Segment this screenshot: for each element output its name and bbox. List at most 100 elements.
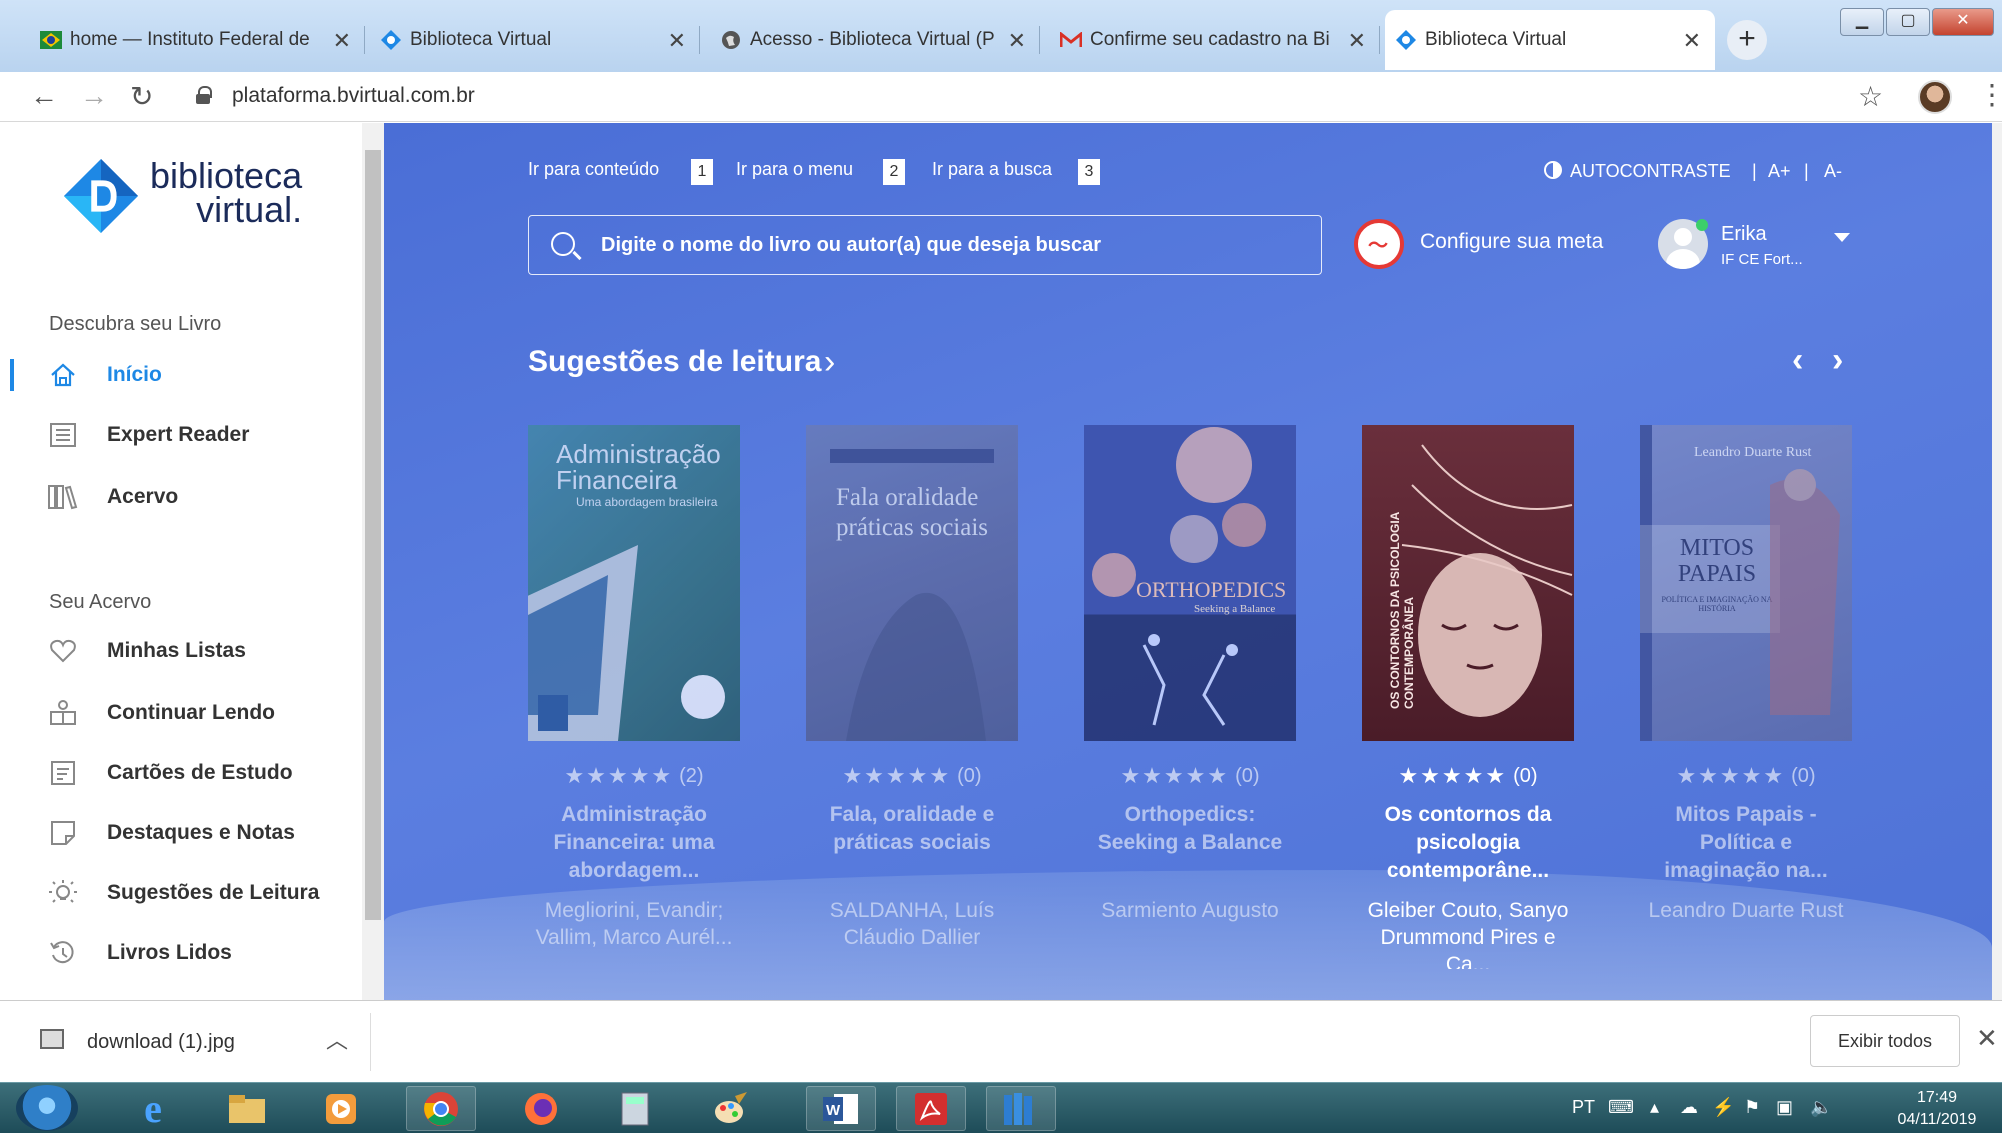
network-warning-icon[interactable]: ☁: [1680, 1097, 1698, 1118]
url-bar[interactable]: plataforma.bvirtual.com.br: [232, 84, 475, 108]
book-rating: ★★★★★ (2): [528, 763, 740, 789]
volume-icon[interactable]: 🔈: [1810, 1097, 1832, 1118]
media-player-icon[interactable]: [306, 1086, 376, 1131]
system-clock[interactable]: 17:49 04/11/2019: [1882, 1087, 1992, 1131]
ifce-flag-icon: [40, 29, 62, 51]
show-all-downloads-button[interactable]: Exibir todos: [1810, 1015, 1960, 1067]
language-indicator[interactable]: PT: [1572, 1097, 1595, 1118]
book-card[interactable]: ORTHOPEDICS Seeking a Balance ★★★★★ (0) …: [1084, 425, 1296, 924]
browser-tab-4[interactable]: Confirme seu cadastro na Bi ✕: [1050, 10, 1380, 70]
reload-icon[interactable]: ↻: [130, 80, 153, 113]
biblioteca-virtual-logo[interactable]: biblioteca virtual.: [62, 153, 312, 243]
library-books-icon[interactable]: [986, 1086, 1056, 1131]
action-center-flag-icon[interactable]: ⚑: [1744, 1097, 1760, 1118]
section-title-suggestions[interactable]: Sugestões de leitura: [528, 345, 821, 379]
skip-to-search-link[interactable]: Ir para a busca: [932, 159, 1052, 180]
search-box: [528, 215, 1322, 275]
forward-arrow-icon[interactable]: →: [80, 80, 108, 112]
windows-start-button[interactable]: [16, 1085, 78, 1131]
configure-goal-link[interactable]: Configure sua meta: [1420, 230, 1603, 254]
sidebar-item-expert-reader[interactable]: Expert Reader: [0, 415, 360, 455]
sidebar-item-label: Sugestões de Leitura: [107, 881, 320, 904]
paint-icon[interactable]: [696, 1086, 766, 1131]
browser-tab-1[interactable]: home — Instituto Federal de ✕: [30, 10, 365, 70]
minimize-button[interactable]: ▁: [1840, 8, 1884, 36]
network-icon[interactable]: ▣: [1776, 1097, 1793, 1118]
chevron-down-icon[interactable]: [1834, 233, 1850, 242]
chevron-right-icon[interactable]: ›: [824, 343, 835, 382]
sidebar-item-sugestoes-de-leitura[interactable]: Sugestões de Leitura: [0, 873, 360, 913]
book-title[interactable]: Administração Financeira: uma abordagem.…: [528, 801, 740, 885]
sidebar-item-inicio[interactable]: Início: [0, 355, 360, 395]
skip-to-content-link[interactable]: Ir para conteúdo: [528, 159, 659, 180]
book-cover[interactable]: Administração Financeira Uma abordagem b…: [528, 425, 740, 741]
new-tab-button[interactable]: +: [1727, 20, 1767, 60]
sidebar-item-acervo[interactable]: Acervo: [0, 477, 360, 517]
windows-taskbar: e W PT ⌨ ▴ ☁ ⚡ ⚑ ▣ 🔈 17:49 04/11/2019: [0, 1082, 2002, 1133]
chrome-icon[interactable]: [406, 1086, 476, 1131]
show-hidden-icons-icon[interactable]: ▴: [1650, 1097, 1659, 1118]
menu-kebab-icon[interactable]: ⋮: [1978, 78, 2002, 111]
browser-tab-2[interactable]: Biblioteca Virtual ✕: [370, 10, 700, 70]
firefox-icon[interactable]: [506, 1086, 576, 1131]
bookmark-star-icon[interactable]: ☆: [1858, 80, 1883, 113]
book-title[interactable]: Os contornos da psicologia contemporâne.…: [1362, 801, 1574, 885]
keyboard-icon[interactable]: ⌨: [1608, 1097, 1634, 1118]
book-cover[interactable]: OS CONTORNOS DA PSICOLOGIA CONTEMPORÂNEA: [1362, 425, 1574, 741]
sidebar-item-label: Cartões de Estudo: [107, 761, 293, 784]
maximize-button[interactable]: ▢: [1886, 8, 1930, 36]
internet-explorer-icon[interactable]: e: [118, 1086, 188, 1131]
star-rating-icon: ★★★★★: [1676, 763, 1786, 788]
book-card[interactable]: OS CONTORNOS DA PSICOLOGIA CONTEMPORÂNEA…: [1362, 425, 1574, 969]
main-scrollbar[interactable]: [1992, 123, 2002, 1000]
carousel-next-icon[interactable]: ›: [1832, 341, 1843, 380]
search-input[interactable]: [601, 216, 1301, 274]
book-cover[interactable]: Leandro Duarte Rust MITOS PAPAIS POLÍTIC…: [1640, 425, 1852, 741]
globe-icon: [720, 29, 742, 51]
close-icon[interactable]: ✕: [1683, 28, 1701, 54]
book-title[interactable]: Fala, oralidade e práticas sociais: [806, 801, 1018, 885]
acrobat-reader-icon[interactable]: [896, 1086, 966, 1131]
book-card[interactable]: Administração Financeira Uma abordagem b…: [528, 425, 740, 981]
close-icon[interactable]: ✕: [668, 28, 686, 54]
book-cover[interactable]: Fala oralidade práticas sociais: [806, 425, 1018, 741]
book-title[interactable]: Mitos Papais - Política e imaginação na.…: [1640, 801, 1852, 885]
back-arrow-icon[interactable]: ←: [30, 80, 58, 112]
skip-to-menu-link[interactable]: Ir para o menu: [736, 159, 853, 180]
carousel-prev-icon[interactable]: ‹: [1792, 341, 1803, 380]
profile-avatar[interactable]: [1918, 80, 1952, 114]
book-card[interactable]: Fala oralidade práticas sociais ★★★★★ (0…: [806, 425, 1018, 951]
book-card[interactable]: Leandro Duarte Rust MITOS PAPAIS POLÍTIC…: [1640, 425, 1852, 924]
sidebar-scrollbar-thumb[interactable]: [365, 150, 381, 920]
browser-tab-5-active[interactable]: Biblioteca Virtual ✕: [1385, 10, 1715, 70]
close-icon[interactable]: ✕: [1976, 1023, 1998, 1054]
font-decrease-button[interactable]: A-: [1824, 161, 1842, 182]
rating-count: (0): [1791, 764, 1816, 787]
contrast-icon: [1544, 161, 1562, 184]
font-increase-button[interactable]: A+: [1768, 161, 1791, 182]
file-explorer-icon[interactable]: [212, 1086, 282, 1131]
sidebar-item-label: Livros Lidos: [107, 941, 232, 964]
sidebar-item-cartoes-de-estudo[interactable]: Cartões de Estudo: [0, 753, 360, 793]
chevron-up-icon[interactable]: ︿: [326, 1023, 348, 1055]
sidebar-item-minhas-listas[interactable]: Minhas Listas: [0, 631, 360, 671]
card-icon: [48, 758, 78, 788]
book-title[interactable]: Orthopedics: Seeking a Balance: [1084, 801, 1296, 885]
user-name[interactable]: Erika: [1721, 223, 1767, 246]
calculator-icon[interactable]: [600, 1086, 670, 1131]
window-close-button[interactable]: ✕: [1932, 8, 1994, 36]
close-icon[interactable]: ✕: [333, 28, 351, 54]
close-icon[interactable]: ✕: [1008, 28, 1026, 54]
sidebar-item-livros-lidos[interactable]: Livros Lidos: [0, 933, 360, 973]
cover-title-text: Administração Financeira: [556, 439, 721, 495]
word-icon[interactable]: W: [806, 1086, 876, 1131]
browser-tab-3[interactable]: Acesso - Biblioteca Virtual (P ✕: [710, 10, 1040, 70]
sidebar-item-continuar-lendo[interactable]: Continuar Lendo: [0, 693, 360, 733]
download-file-name[interactable]: download (1).jpg: [87, 1031, 235, 1054]
sidebar-item-destaques-e-notas[interactable]: Destaques e Notas: [0, 813, 360, 853]
goal-gauge-icon[interactable]: [1354, 219, 1404, 269]
power-icon[interactable]: ⚡: [1712, 1097, 1734, 1118]
book-cover[interactable]: ORTHOPEDICS Seeking a Balance: [1084, 425, 1296, 741]
close-icon[interactable]: ✕: [1348, 28, 1366, 54]
autocontrast-toggle[interactable]: AUTOCONTRASTE: [1570, 161, 1731, 182]
